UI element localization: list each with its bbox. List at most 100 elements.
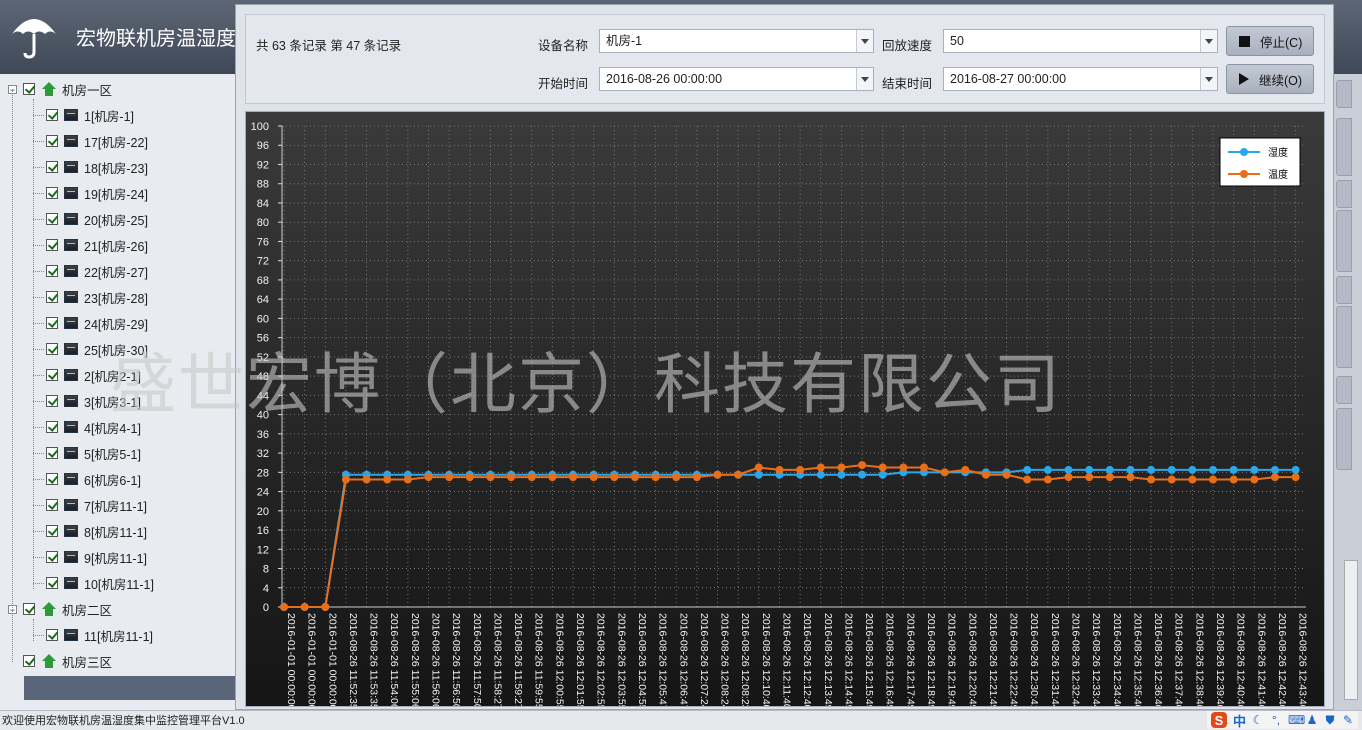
shirt-icon[interactable]: ⛊ [1324, 714, 1336, 726]
x-tick-label: 2016-01-01 00:00:00 [285, 613, 297, 706]
tree-device-row[interactable]: 3[机房3-1] [46, 391, 141, 411]
moon-icon[interactable]: ☾ [1252, 714, 1264, 726]
ime-language[interactable]: 中 [1233, 711, 1246, 730]
speed-select[interactable]: 50 [943, 29, 1218, 53]
checkbox[interactable] [46, 421, 58, 433]
right-tab[interactable] [1336, 118, 1352, 176]
checkbox[interactable] [46, 577, 58, 589]
data-point [630, 473, 639, 482]
checkbox[interactable] [46, 109, 58, 121]
checkbox[interactable] [46, 629, 58, 641]
checkbox[interactable] [46, 187, 58, 199]
tree-device-row[interactable]: 7[机房11-1] [46, 495, 147, 515]
tree-device-row[interactable]: 6[机房6-1] [46, 469, 141, 489]
tree-device-row[interactable]: 25[机房-30] [46, 339, 148, 359]
tree-device-row[interactable]: 20[机房-25] [46, 209, 148, 229]
tree-device-row[interactable]: 22[机房-27] [46, 261, 148, 281]
end-time-picker[interactable]: 2016-08-27 00:00:00 [943, 67, 1218, 91]
x-tick-label: 2016-08-26 12:35:46 [1131, 613, 1143, 706]
continue-button[interactable]: 继续(O) [1226, 64, 1314, 94]
right-tab[interactable] [1336, 180, 1352, 208]
checkbox[interactable] [46, 369, 58, 381]
x-tick-label: 2016-08-26 12:00:55 [553, 613, 565, 706]
checkbox[interactable] [23, 655, 35, 667]
checkbox[interactable] [46, 551, 58, 563]
checkbox[interactable] [46, 343, 58, 355]
chevron-down-icon[interactable] [856, 30, 873, 52]
checkbox[interactable] [46, 395, 58, 407]
checkbox[interactable] [46, 161, 58, 173]
wrench-icon[interactable]: ✎ [1342, 714, 1354, 726]
data-point [280, 603, 288, 611]
stop-button[interactable]: 停止(C) [1226, 26, 1314, 56]
y-tick-label: 84 [257, 198, 269, 210]
right-tab[interactable] [1336, 210, 1352, 272]
checkbox[interactable] [23, 83, 35, 95]
checkbox[interactable] [46, 473, 58, 485]
tree-area-row[interactable]: − 机房一区 [8, 79, 112, 99]
right-tab[interactable] [1336, 306, 1352, 368]
tree-device-row[interactable]: 5[机房5-1] [46, 443, 141, 463]
x-tick-label: 2016-08-26 12:20:49 [966, 613, 978, 706]
tree-device-label: 23[机房-28] [84, 291, 148, 306]
ime-toolbar[interactable]: S 中 ☾ °, ⌨ ♟ ⛊ ✎ [1206, 711, 1358, 730]
tree-device-row[interactable]: 2[机房2-1] [46, 365, 141, 385]
tree-device-row[interactable]: 21[机房-26] [46, 235, 148, 255]
data-point [1188, 465, 1197, 474]
end-time-value: 2016-08-27 00:00:00 [950, 72, 1067, 86]
chevron-down-icon[interactable] [856, 68, 873, 90]
x-tick-label: 2016-08-26 11:59:55 [533, 613, 545, 706]
x-tick-label: 2016-08-26 12:17:49 [904, 613, 916, 706]
tree-device-row[interactable]: 8[机房11-1] [46, 521, 147, 541]
right-tab[interactable] [1336, 80, 1352, 108]
tree-device-row[interactable]: 24[机房-29] [46, 313, 148, 333]
tree-device-row[interactable]: 19[机房-24] [46, 183, 148, 203]
chevron-down-icon[interactable] [1200, 30, 1217, 52]
x-tick-label: 2016-08-26 12:14:49 [842, 613, 854, 706]
y-tick-label: 64 [257, 294, 269, 306]
checkbox[interactable] [46, 265, 58, 277]
tree-device-row[interactable]: 23[机房-28] [46, 287, 148, 307]
keyboard-icon[interactable]: ⌨ [1288, 714, 1305, 726]
checkbox[interactable] [46, 291, 58, 303]
tree-area-row[interactable]: − 机房二区 [8, 599, 112, 619]
checkbox[interactable] [46, 317, 58, 329]
start-time-picker[interactable]: 2016-08-26 00:00:00 [599, 67, 874, 91]
tree-device-row[interactable]: 9[机房11-1] [46, 547, 147, 567]
data-point [589, 473, 598, 482]
sogou-ime-icon[interactable]: S [1210, 712, 1227, 728]
data-point [1085, 465, 1094, 474]
checkbox[interactable] [46, 213, 58, 225]
user-icon[interactable]: ♟ [1306, 714, 1318, 726]
checkbox[interactable] [23, 603, 35, 615]
data-point [858, 461, 867, 470]
x-tick-label: 2016-01-01 00:00:00 [326, 613, 338, 706]
tree-device-row[interactable]: 10[机房11-1] [46, 573, 154, 593]
data-point [961, 465, 970, 474]
x-tick-label: 2016-08-26 12:19:49 [946, 613, 958, 706]
chevron-down-icon[interactable] [1200, 68, 1217, 90]
checkbox[interactable] [46, 447, 58, 459]
tree-device-row[interactable]: 4[机房4-1] [46, 417, 141, 437]
tree-device-row[interactable]: 18[机房-23] [46, 157, 148, 177]
y-tick-label: 44 [257, 390, 269, 402]
checkbox[interactable] [46, 499, 58, 511]
tree-device-row[interactable]: 1[机房-1] [46, 105, 134, 125]
right-tab[interactable] [1336, 408, 1352, 470]
checkbox[interactable] [46, 525, 58, 537]
punctuation-icon[interactable]: °, [1270, 714, 1282, 726]
x-tick-label: 2016-08-26 12:18:49 [925, 613, 937, 706]
data-point [1126, 473, 1135, 482]
checkbox[interactable] [46, 239, 58, 251]
right-tab[interactable] [1336, 376, 1352, 404]
device-tree[interactable]: − 机房一区 1[机房-1] 17[机房-22] 18[机房-23] 19[机房-24] 2… [0, 74, 237, 710]
right-tab[interactable] [1336, 276, 1352, 304]
device-select[interactable]: 机房-1 [599, 29, 874, 53]
checkbox[interactable] [46, 135, 58, 147]
tree-device-row[interactable]: 17[机房-22] [46, 131, 148, 151]
legend-label: 湿度 [1268, 146, 1288, 159]
right-scrollbar[interactable] [1344, 560, 1358, 700]
tree-device-row[interactable]: 11[机房11-1] [46, 625, 153, 645]
tree-device-label: 18[机房-23] [84, 161, 148, 176]
tree-area-row[interactable]: 机房三区 [8, 651, 112, 671]
